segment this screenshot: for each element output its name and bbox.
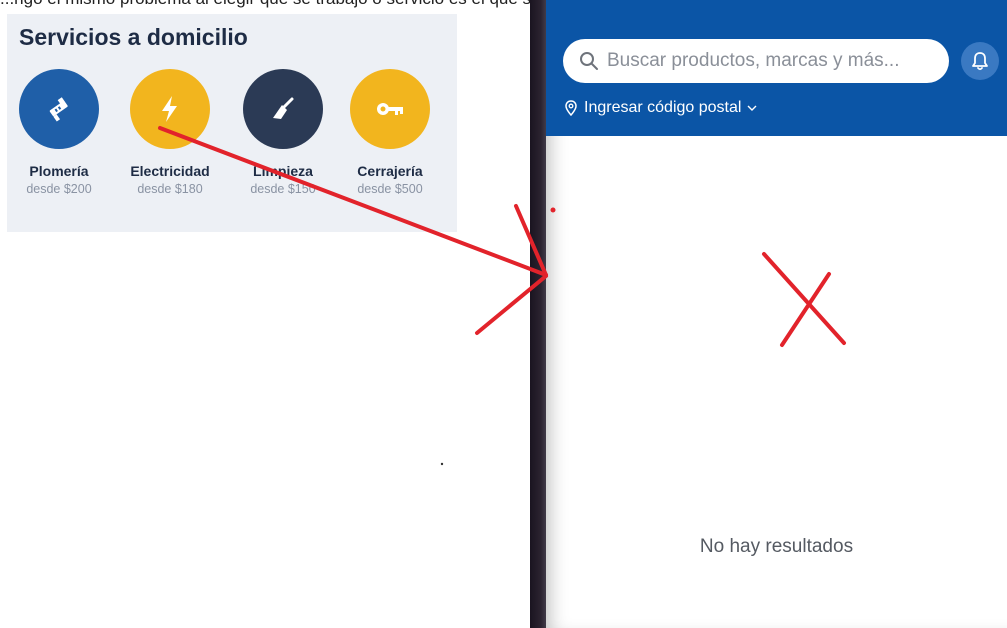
service-plomeria[interactable]: Plomería desde $200 — [4, 69, 114, 196]
postal-code-selector[interactable]: Ingresar código postal — [564, 99, 757, 117]
service-electricidad[interactable]: Electricidad desde $180 — [115, 69, 225, 196]
broom-icon — [273, 97, 294, 119]
service-price: desde $180 — [137, 182, 203, 196]
service-circle[interactable] — [350, 69, 430, 149]
notifications-button[interactable] — [961, 42, 999, 80]
services-title: Servicios a domicilio — [19, 24, 248, 50]
service-circle[interactable] — [130, 69, 210, 149]
service-name: Limpieza — [253, 163, 313, 179]
service-price: desde $500 — [357, 182, 423, 196]
service-circle[interactable] — [19, 69, 99, 149]
service-name: Electricidad — [130, 163, 210, 179]
phone-screen: Ingresar código postal No hay resultados — [546, 0, 1007, 628]
chevron-down-icon — [747, 104, 757, 112]
service-limpieza[interactable]: Limpieza desde $150 — [228, 69, 338, 196]
postal-code-label: Ingresar código postal — [584, 99, 742, 116]
plumbing-icon — [49, 97, 68, 122]
search-input[interactable] — [607, 50, 937, 72]
screenshot: ...ngo el mismo problema al elegir que s… — [0, 0, 1007, 628]
service-name: Cerrajería — [357, 163, 423, 179]
empty-results-message: No hay resultados — [699, 536, 854, 557]
lightning-icon — [162, 96, 177, 122]
service-price: desde $150 — [250, 182, 316, 196]
bell-icon — [972, 52, 988, 71]
service-cerrajeria[interactable]: Cerrajería desde $500 — [335, 69, 445, 196]
service-price: desde $200 — [26, 182, 92, 196]
key-icon — [377, 103, 403, 115]
location-pin-icon — [564, 100, 578, 116]
app-header: Ingresar código postal — [546, 0, 1007, 136]
services-panel: Servicios a domicilio Plomería desde $20… — [7, 14, 457, 232]
service-name: Plomería — [29, 163, 89, 179]
search-icon — [579, 51, 599, 71]
service-circle[interactable] — [243, 69, 323, 149]
search-bar[interactable] — [563, 39, 949, 83]
stray-dot — [440, 462, 444, 466]
